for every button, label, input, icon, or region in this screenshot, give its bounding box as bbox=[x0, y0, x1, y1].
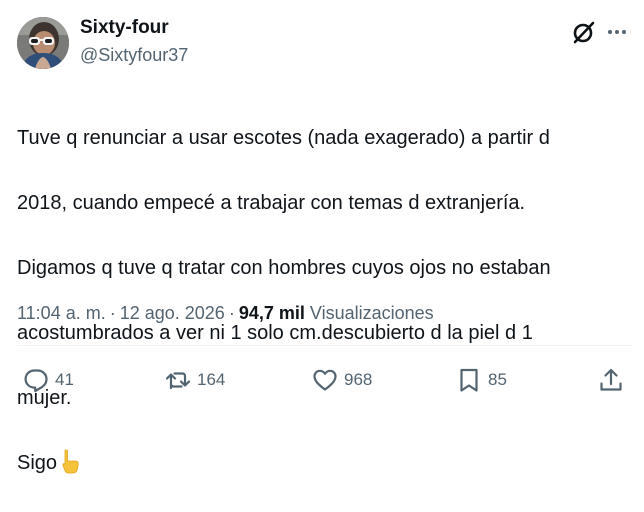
tweet-time[interactable]: 11:04 a. m. bbox=[17, 303, 106, 323]
author-name[interactable]: Sixty-four bbox=[80, 16, 169, 40]
reply-button[interactable]: 41 bbox=[22, 363, 74, 397]
pointing-down-hand-icon bbox=[59, 448, 81, 474]
views-label[interactable]: Visualizaciones bbox=[310, 303, 434, 323]
tweet-date[interactable]: 12 ago. 2026 bbox=[120, 303, 225, 323]
meta-separator: · bbox=[228, 303, 235, 323]
repost-count: 164 bbox=[197, 370, 226, 389]
tweet-text-line-last: Sigo bbox=[17, 447, 632, 480]
bookmark-count: 85 bbox=[488, 370, 507, 389]
share-button[interactable] bbox=[597, 363, 625, 397]
bookmark-button[interactable]: 85 bbox=[455, 363, 507, 397]
bookmark-icon bbox=[460, 368, 478, 392]
avatar[interactable] bbox=[17, 17, 69, 69]
share-icon bbox=[600, 368, 622, 391]
reply-icon bbox=[24, 369, 48, 393]
tweet-text-line: Digamos q tuve q tratar con hombres cuyo… bbox=[17, 256, 551, 279]
grok-icon[interactable] bbox=[571, 19, 597, 45]
like-button[interactable]: 968 bbox=[311, 363, 372, 397]
tweet-text-line: Tuve q renunciar a usar escotes (nada ex… bbox=[17, 126, 550, 149]
reply-count: 41 bbox=[55, 370, 74, 389]
avatar-image bbox=[17, 17, 69, 69]
tweet-text-sigo: Sigo bbox=[17, 451, 58, 474]
like-count: 968 bbox=[344, 370, 373, 389]
repost-icon bbox=[165, 372, 191, 390]
tweet-meta: 11:04 a. m. · 12 ago. 2026 · 94,7 mil Visual… bbox=[17, 301, 434, 325]
author-handle[interactable]: @Sixtyfour37 bbox=[80, 43, 188, 67]
tweet-card: Sixty-four @Sixtyfour37 Tuve q renunciar… bbox=[0, 0, 644, 474]
tweet-text-line: 2018, cuando empecé a trabajar con temas… bbox=[17, 191, 526, 214]
repost-button[interactable]: 164 bbox=[164, 363, 225, 397]
views-count[interactable]: 94,7 mil bbox=[239, 303, 305, 323]
divider bbox=[17, 345, 632, 346]
meta-separator: · bbox=[109, 303, 116, 323]
more-icon[interactable] bbox=[606, 22, 628, 42]
heart-icon bbox=[313, 369, 337, 391]
